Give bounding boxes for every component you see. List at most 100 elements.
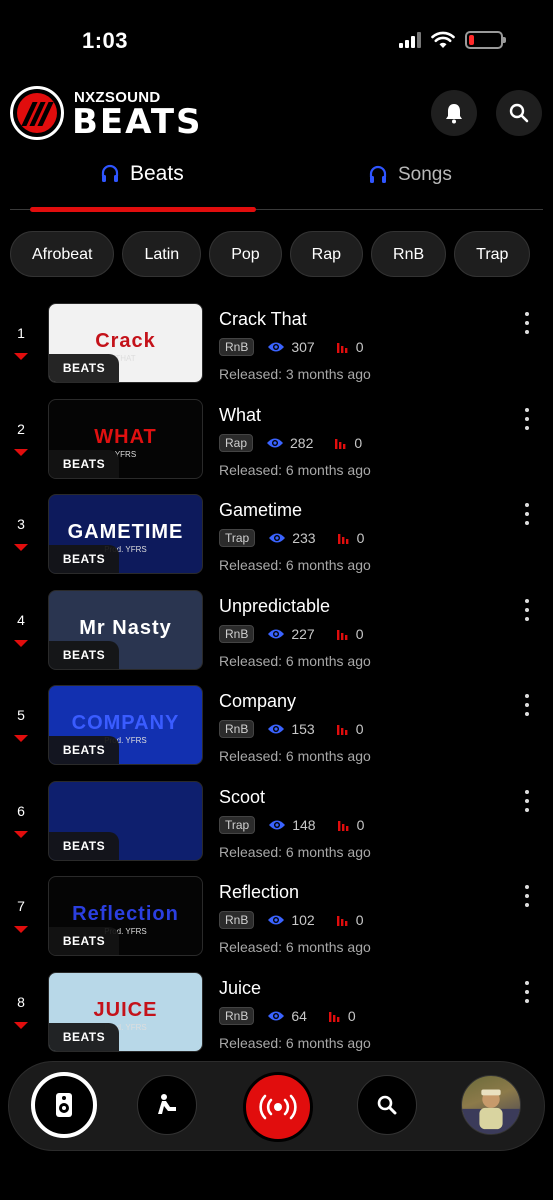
active-tab-indicator: [30, 207, 256, 212]
more-options-button[interactable]: [520, 599, 534, 621]
beat-title[interactable]: Company: [219, 691, 296, 712]
nav-profile-avatar[interactable]: [461, 1075, 521, 1135]
tab-songs[interactable]: Songs: [368, 164, 452, 186]
more-options-button[interactable]: [520, 694, 534, 716]
rank-number: 3: [17, 516, 25, 532]
beat-row[interactable]: 7 Reflection Prod. YFRS BEATS Reflection RnB 1…: [0, 876, 553, 956]
equalizer-icon: [337, 821, 348, 831]
views-count: 282: [266, 435, 313, 451]
plays-count: 0: [328, 1008, 356, 1024]
beat-row[interactable]: 6 BEATS Scoot Trap 148 0 Released: 6 months ag…: [0, 781, 553, 861]
beat-title[interactable]: Crack That: [219, 309, 307, 330]
more-options-button[interactable]: [520, 408, 534, 430]
genre-tag: Trap: [219, 816, 256, 834]
equalizer-icon: [336, 916, 348, 926]
beat-cover-image[interactable]: WHAT YFRS BEATS: [48, 399, 203, 479]
beat-meta: RnB 307 0: [219, 338, 364, 356]
genre-chip-rap[interactable]: Rap: [289, 231, 364, 277]
eye-icon: [268, 342, 285, 352]
beat-cover-image[interactable]: Mr Nasty BEATS: [48, 590, 203, 670]
cover-title-text: COMPANY: [71, 712, 180, 734]
equalizer-icon: [336, 630, 348, 640]
release-date: Released: 6 months ago: [219, 557, 371, 573]
eye-icon: [269, 820, 286, 830]
more-options-button[interactable]: [520, 503, 534, 525]
notifications-button[interactable]: [431, 90, 477, 136]
cellular-signal-icon: [399, 32, 421, 48]
plays-value: 0: [355, 626, 364, 642]
beat-row[interactable]: 2 WHAT YFRS BEATS What Rap 282 0 Released: 6 mon…: [0, 399, 553, 479]
tab-beats-label: Beats: [130, 162, 184, 185]
beats-badge: BEATS: [49, 354, 119, 382]
genre-chip-afrobeat[interactable]: Afrobeat: [10, 231, 115, 277]
rank-number: 4: [17, 612, 25, 628]
beat-row[interactable]: 1 Crack THAT BEATS Crack That RnB 307 0 Released…: [0, 303, 553, 383]
status-bar: 1:03: [0, 0, 553, 80]
views-value: 64: [291, 1008, 307, 1024]
more-options-button[interactable]: [520, 885, 534, 907]
headphones-icon: [369, 165, 387, 183]
cover-title-text: WHAT: [94, 426, 157, 448]
equalizer-icon: [335, 439, 346, 449]
eye-icon: [268, 724, 285, 734]
beat-row[interactable]: 3 GAMETIME Prod. YFRS BEATS Gametime Trap 233 0…: [0, 494, 553, 574]
rank-down-arrow-icon: [14, 735, 28, 742]
beat-cover-image[interactable]: BEATS: [48, 781, 203, 861]
genre-chip-pop[interactable]: Pop: [209, 231, 282, 277]
genre-chip-latin[interactable]: Latin: [122, 231, 202, 277]
more-options-button[interactable]: [520, 312, 534, 334]
beat-title[interactable]: Gametime: [219, 500, 302, 521]
nav-live-button[interactable]: [243, 1072, 313, 1142]
views-value: 153: [291, 721, 315, 737]
beat-cover-image[interactable]: Reflection Prod. YFRS BEATS: [48, 876, 203, 956]
header-search-button[interactable]: [496, 90, 542, 136]
views-count: 148: [268, 817, 316, 833]
beat-title[interactable]: Scoot: [219, 787, 265, 808]
more-options-button[interactable]: [520, 981, 534, 1003]
rank-number: 2: [17, 421, 25, 437]
release-date: Released: 3 months ago: [219, 366, 371, 382]
rank-down-arrow-icon: [14, 926, 28, 933]
beat-cover-image[interactable]: COMPANY Prod. YFRS BEATS: [48, 685, 203, 765]
beats-badge: BEATS: [49, 736, 119, 764]
genre-chip-trap[interactable]: Trap: [454, 231, 531, 277]
eye-icon: [268, 629, 285, 639]
genre-filter-bar: Afrobeat Latin Pop Rap RnB Trap: [10, 231, 553, 279]
beat-cover-image[interactable]: JUICE Prod. YFRS BEATS: [48, 972, 203, 1052]
beat-cover-image[interactable]: Crack THAT BEATS: [48, 303, 203, 383]
nav-search-button[interactable]: [357, 1075, 417, 1135]
beat-cover-image[interactable]: GAMETIME Prod. YFRS BEATS: [48, 494, 203, 574]
search-icon: [377, 1095, 397, 1115]
beat-row[interactable]: 5 COMPANY Prod. YFRS BEATS Company RnB 153 0 Rel…: [0, 685, 553, 765]
equalizer-icon: [328, 1012, 340, 1022]
eye-icon: [268, 1011, 285, 1021]
views-value: 307: [291, 339, 315, 355]
plays-value: 0: [354, 435, 363, 451]
beat-row[interactable]: 4 Mr Nasty BEATS Unpredictable RnB 227 0 Releas…: [0, 590, 553, 670]
beat-row[interactable]: 8 JUICE Prod. YFRS BEATS Juice RnB 64 0 Released…: [0, 972, 553, 1052]
plays-value: 0: [347, 1008, 356, 1024]
beat-title[interactable]: Unpredictable: [219, 596, 330, 617]
beat-title[interactable]: What: [219, 405, 261, 426]
tab-beats[interactable]: Beats: [100, 162, 184, 186]
nav-following-button[interactable]: [137, 1075, 197, 1135]
avatar: [462, 1089, 520, 1134]
beats-badge: BEATS: [49, 832, 119, 860]
plays-count: 0: [336, 626, 364, 642]
genre-tag: Trap: [219, 529, 256, 547]
rank-number: 7: [17, 898, 25, 914]
more-options-button[interactable]: [520, 790, 534, 812]
genre-chip-rnb[interactable]: RnB: [371, 231, 447, 277]
equalizer-icon: [336, 343, 348, 353]
beats-badge: BEATS: [49, 450, 119, 478]
beat-meta: Trap 148 0: [219, 816, 364, 834]
status-time: 1:03: [82, 28, 129, 53]
brand-logo-icon: [10, 86, 64, 140]
beat-title[interactable]: Juice: [219, 978, 261, 999]
views-count: 307: [267, 339, 315, 355]
nav-library-button[interactable]: [31, 1072, 97, 1138]
eye-icon: [269, 533, 286, 543]
plays-count: 0: [335, 435, 362, 451]
beat-title[interactable]: Reflection: [219, 882, 299, 903]
plays-count: 0: [336, 721, 364, 737]
